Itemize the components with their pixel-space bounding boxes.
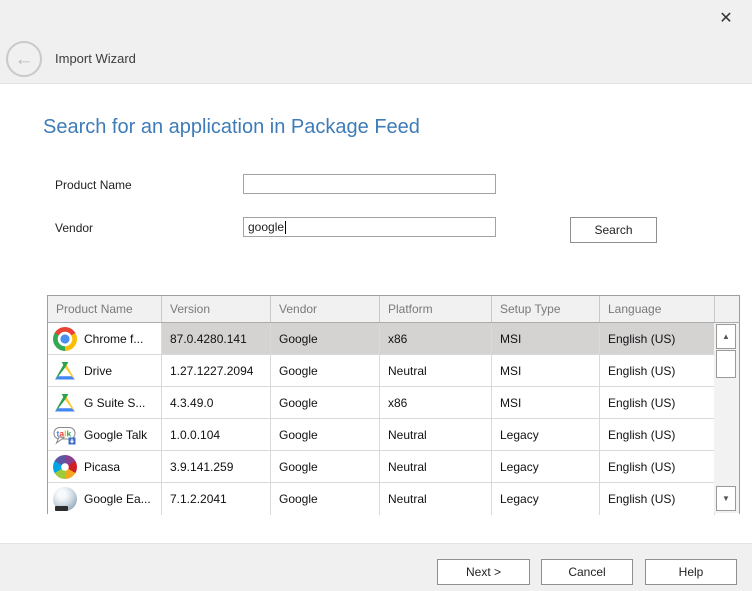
cell-language: English (US) (600, 483, 715, 515)
vendor-input[interactable]: google (243, 217, 496, 237)
cell-product-name: talk Google Talk (48, 419, 162, 450)
product-name-text: G Suite S... (84, 396, 145, 410)
cell-version: 1.0.0.104 (162, 419, 271, 450)
drive-icon (53, 359, 77, 383)
cell-version: 1.27.1227.2094 (162, 355, 271, 386)
table-row[interactable]: Picasa 3.9.141.259GoogleNeutralLegacyEngl… (48, 451, 739, 483)
column-header[interactable]: Platform (380, 296, 492, 322)
cell-product-name: Drive (48, 355, 162, 386)
cell-product-name: Picasa (48, 451, 162, 482)
cell-version: 7.1.2.2041 (162, 483, 271, 515)
column-header[interactable]: Vendor (271, 296, 380, 322)
table-row[interactable]: talk Google Talk 1.0.0.104GoogleNeutralLeg… (48, 419, 739, 451)
product-name-input[interactable] (243, 174, 496, 194)
product-name-text: Picasa (84, 460, 120, 474)
import-wizard-dialog: ✕ ← Import Wizard Search for an applicat… (0, 0, 752, 591)
vendor-label: Vendor (55, 221, 93, 235)
column-header[interactable]: Version (162, 296, 271, 322)
cell-version: 87.0.4280.141 (162, 323, 271, 354)
cell-language: English (US) (600, 451, 715, 482)
cell-vendor: Google (271, 355, 380, 386)
close-icon[interactable]: ✕ (712, 4, 740, 32)
cell-language: English (US) (600, 387, 715, 418)
vertical-scrollbar[interactable]: ▲ ▼ (714, 323, 739, 513)
wizard-title: Import Wizard (55, 51, 136, 66)
cell-vendor: Google (271, 323, 380, 354)
cell-platform: Neutral (380, 483, 492, 515)
back-arrow-icon: ← (15, 50, 34, 69)
next-button[interactable]: Next > (437, 559, 530, 585)
wizard-header: ✕ ← Import Wizard (0, 0, 752, 84)
page-title: Search for an application in Package Fee… (43, 116, 420, 139)
cell-platform: x86 (380, 387, 492, 418)
cell-language: English (US) (600, 323, 715, 354)
drive-icon (53, 391, 77, 415)
column-header[interactable]: Setup Type (492, 296, 600, 322)
cell-vendor: Google (271, 451, 380, 482)
cell-platform: Neutral (380, 355, 492, 386)
column-header[interactable]: Language (600, 296, 715, 322)
cell-setup-type: MSI (492, 323, 600, 354)
cell-vendor: Google (271, 387, 380, 418)
table-row[interactable]: G Suite S... 4.3.49.0Googlex86MSIEnglish … (48, 387, 739, 419)
earth-icon (53, 487, 77, 511)
table-header: Product NameVersionVendorPlatformSetup T… (48, 296, 739, 323)
table-row[interactable]: Drive 1.27.1227.2094GoogleNeutralMSIEngli… (48, 355, 739, 387)
back-button[interactable]: ← (6, 41, 42, 77)
product-name-text: Google Talk (84, 428, 147, 442)
scroll-up-icon[interactable]: ▲ (716, 324, 736, 349)
scroll-down-icon[interactable]: ▼ (716, 486, 736, 511)
text-caret (285, 221, 286, 234)
cell-platform: x86 (380, 323, 492, 354)
column-header-filler (715, 296, 739, 322)
cancel-button[interactable]: Cancel (541, 559, 633, 585)
footer-bar (0, 543, 752, 591)
cell-setup-type: MSI (492, 387, 600, 418)
scrollbar-thumb[interactable] (716, 350, 736, 378)
cell-platform: Neutral (380, 451, 492, 482)
table-body: Chrome f...87.0.4280.141Googlex86MSIEngl… (48, 323, 739, 515)
cell-language: English (US) (600, 419, 715, 450)
column-header[interactable]: Product Name (48, 296, 162, 322)
cell-version: 4.3.49.0 (162, 387, 271, 418)
product-name-text: Google Ea... (84, 492, 151, 506)
package-table: Product NameVersionVendorPlatformSetup T… (47, 295, 740, 514)
help-button[interactable]: Help (645, 559, 737, 585)
cell-platform: Neutral (380, 419, 492, 450)
cell-setup-type: Legacy (492, 419, 600, 450)
vendor-value: google (248, 220, 284, 234)
talk-icon: talk (53, 423, 77, 447)
table-row[interactable]: Google Ea... 7.1.2.2041GoogleNeutralLegac… (48, 483, 739, 515)
cell-setup-type: Legacy (492, 451, 600, 482)
cell-setup-type: MSI (492, 355, 600, 386)
product-name-label: Product Name (55, 178, 132, 192)
cell-language: English (US) (600, 355, 715, 386)
cell-setup-type: Legacy (492, 483, 600, 515)
picasa-icon (53, 455, 77, 479)
cell-vendor: Google (271, 419, 380, 450)
cell-product-name: Chrome f... (48, 323, 162, 354)
cell-product-name: G Suite S... (48, 387, 162, 418)
chrome-icon (53, 327, 77, 351)
search-button[interactable]: Search (570, 217, 657, 243)
cell-vendor: Google (271, 483, 380, 515)
product-name-text: Chrome f... (84, 332, 143, 346)
svg-text:talk: talk (57, 428, 72, 438)
product-name-text: Drive (84, 364, 112, 378)
table-row[interactable]: Chrome f... 87.0.4280.141Googlex86MSIEngl… (48, 323, 739, 355)
cell-product-name: Google Ea... (48, 483, 162, 515)
cell-version: 3.9.141.259 (162, 451, 271, 482)
